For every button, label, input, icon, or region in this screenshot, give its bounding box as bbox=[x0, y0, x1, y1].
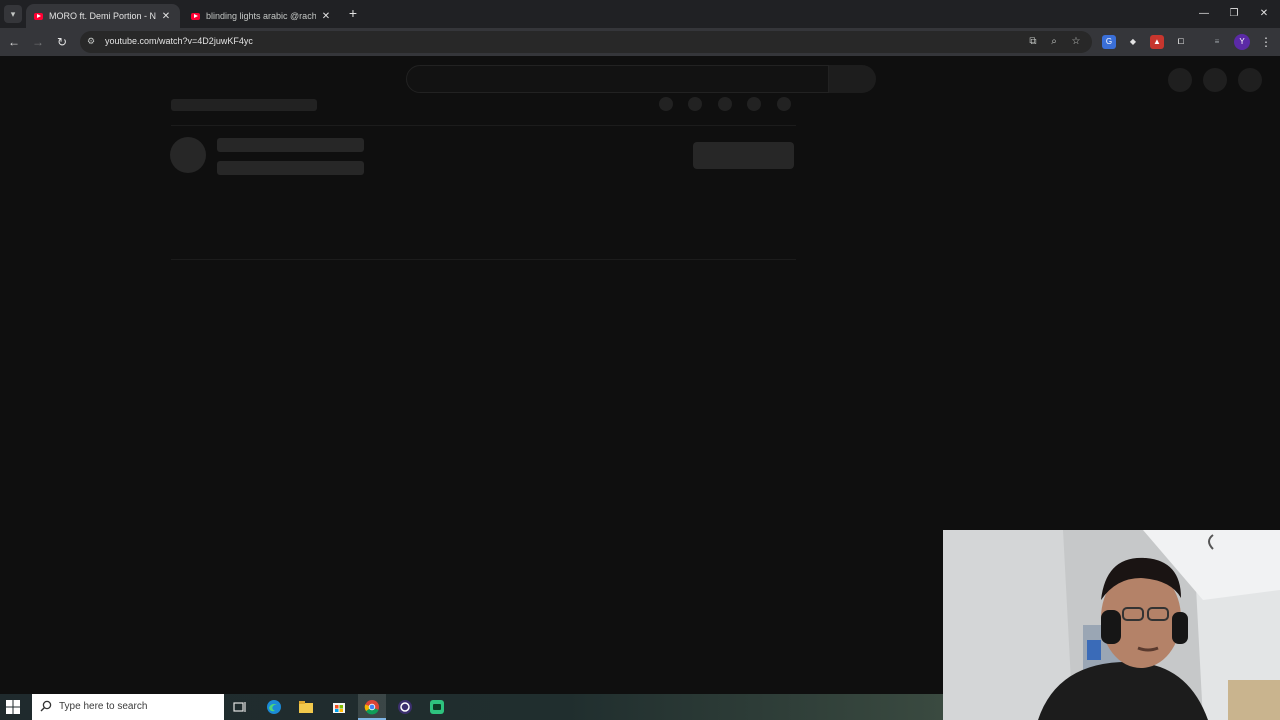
extensions-puzzle-icon[interactable]: ⧠ bbox=[1174, 35, 1188, 49]
microsoft-store-icon[interactable] bbox=[331, 699, 347, 715]
channel-subs-placeholder bbox=[217, 161, 364, 175]
youtube-favicon-icon bbox=[191, 12, 200, 20]
action-placeholder bbox=[688, 97, 702, 111]
reload-button[interactable]: ↻ bbox=[54, 34, 70, 50]
reading-list-icon[interactable]: ≡ bbox=[1210, 35, 1224, 49]
divider bbox=[171, 125, 796, 126]
translate-extension-icon[interactable]: G bbox=[1102, 35, 1116, 49]
action-placeholder bbox=[718, 97, 732, 111]
bookmark-star-icon[interactable]: ☆ bbox=[1069, 35, 1083, 49]
tab-blinding-lights[interactable]: blinding lights arabic @rachida ✕ bbox=[183, 4, 340, 28]
webcam-person-image bbox=[943, 530, 1280, 720]
divider bbox=[171, 259, 796, 260]
windows-start-icon[interactable] bbox=[6, 700, 20, 714]
youtube-search-box-placeholder[interactable] bbox=[406, 65, 829, 93]
forward-button[interactable]: → bbox=[30, 34, 46, 50]
obs-app-icon[interactable] bbox=[397, 699, 413, 715]
action-placeholder bbox=[777, 97, 791, 111]
diamond-extension-icon[interactable]: ◆ bbox=[1126, 35, 1140, 49]
subscribe-button-placeholder[interactable] bbox=[693, 142, 794, 169]
tab-title: MORO ft. Demi Portion - NINJA bbox=[49, 11, 156, 21]
taskbar-search-placeholder: Type here to search bbox=[59, 701, 148, 712]
channel-name-placeholder bbox=[217, 138, 364, 152]
tab-close-icon[interactable]: ✕ bbox=[320, 11, 332, 22]
file-explorer-icon[interactable] bbox=[298, 699, 314, 715]
url-text[interactable]: youtube.com/watch?v=4D2juwKF4yc bbox=[105, 36, 253, 46]
tab-moro[interactable]: MORO ft. Demi Portion - NINJA ✕ bbox=[26, 4, 180, 28]
task-view-icon[interactable] bbox=[232, 699, 248, 715]
address-bar[interactable]: ⚙ youtube.com/watch?v=4D2juwKF4yc ⧉ ⌕ ☆ bbox=[80, 31, 1092, 53]
back-button[interactable]: ← bbox=[6, 34, 22, 50]
profile-avatar[interactable]: Y bbox=[1234, 34, 1250, 50]
browser-tab-strip: ▾ MORO ft. Demi Portion - NINJA ✕ blindi… bbox=[0, 0, 1280, 28]
header-notifications-placeholder[interactable] bbox=[1203, 68, 1227, 92]
windows-taskbar: Type here to search bbox=[0, 694, 943, 720]
header-avatar-placeholder[interactable] bbox=[1238, 68, 1262, 92]
green-app-icon[interactable] bbox=[429, 699, 445, 715]
install-app-icon[interactable]: ⧉ bbox=[1026, 35, 1040, 49]
restore-button[interactable]: ❐ bbox=[1226, 6, 1242, 22]
youtube-search-button-placeholder[interactable] bbox=[829, 65, 876, 93]
window-close-button[interactable]: ✕ bbox=[1256, 6, 1272, 22]
video-title-placeholder bbox=[171, 99, 317, 111]
webcam-overlay bbox=[943, 530, 1280, 720]
tab-close-icon[interactable]: ✕ bbox=[160, 11, 172, 22]
red-extension-icon[interactable]: ▲ bbox=[1150, 35, 1164, 49]
browser-toolbar: ← → ↻ ⚙ youtube.com/watch?v=4D2juwKF4yc … bbox=[0, 28, 1280, 56]
channel-avatar-placeholder bbox=[170, 137, 206, 173]
minimize-button[interactable]: — bbox=[1196, 6, 1212, 22]
search-icon bbox=[40, 700, 52, 712]
taskbar-search-box[interactable]: Type here to search bbox=[32, 694, 224, 720]
header-create-placeholder[interactable] bbox=[1168, 68, 1192, 92]
tab-title: blinding lights arabic @rachida bbox=[206, 11, 316, 21]
zoom-icon[interactable]: ⌕ bbox=[1047, 35, 1061, 49]
screen: ▾ MORO ft. Demi Portion - NINJA ✕ blindi… bbox=[0, 0, 1280, 720]
edge-browser-icon[interactable] bbox=[266, 699, 282, 715]
new-tab-button[interactable]: + bbox=[345, 5, 361, 21]
tab-search-button[interactable]: ▾ bbox=[4, 5, 22, 23]
action-placeholder bbox=[747, 97, 761, 111]
chrome-icon[interactable] bbox=[364, 699, 380, 715]
youtube-favicon-icon bbox=[34, 12, 43, 20]
action-placeholder bbox=[659, 97, 673, 111]
chevron-down-icon: ▾ bbox=[10, 8, 16, 19]
browser-menu-button[interactable]: ⋮ bbox=[1258, 34, 1274, 50]
site-info-icon[interactable]: ⚙ bbox=[87, 36, 97, 46]
